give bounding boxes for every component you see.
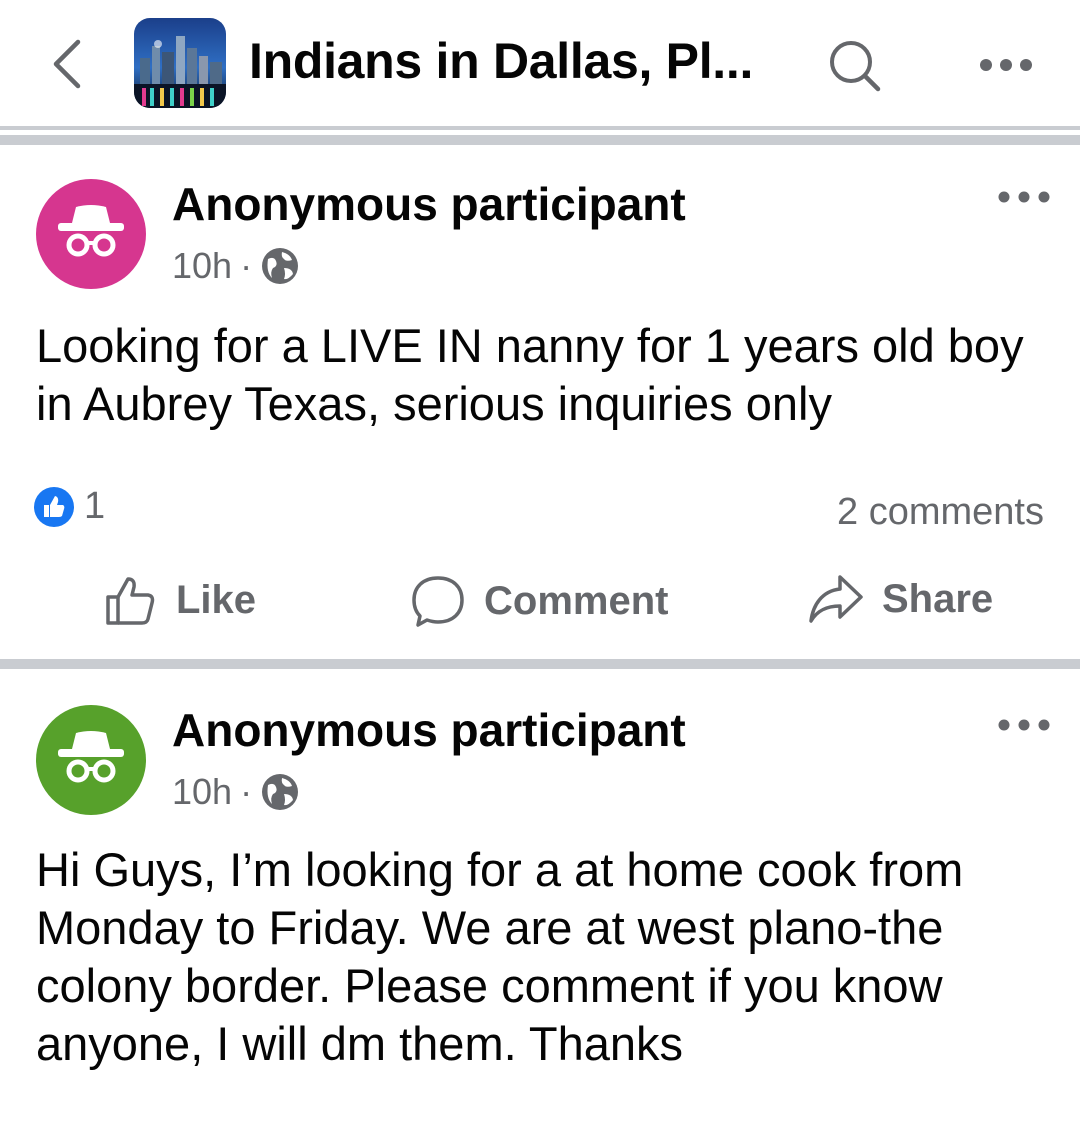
- group-cover-thumbnail[interactable]: [134, 18, 226, 108]
- more-options-button[interactable]: [976, 55, 1036, 75]
- post-time[interactable]: 10h: [172, 771, 232, 813]
- comments-count[interactable]: 2 comments: [837, 491, 1044, 534]
- post-actions: Like Comment Share: [0, 573, 1080, 633]
- incognito-avatar-icon: [36, 179, 146, 289]
- more-horizontal-icon: [998, 191, 1050, 203]
- like-button[interactable]: Like: [104, 573, 256, 627]
- share-arrow-icon: [809, 575, 863, 623]
- avatar[interactable]: [36, 705, 146, 815]
- post-options-button[interactable]: [996, 189, 1052, 205]
- search-icon: [830, 41, 881, 92]
- avatar[interactable]: [36, 179, 146, 289]
- meta-separator: ·: [240, 771, 253, 812]
- feed-divider: [0, 659, 1080, 669]
- comment-label: Comment: [484, 578, 669, 623]
- author-name[interactable]: Anonymous participant: [172, 703, 686, 757]
- group-title[interactable]: Indians in Dallas, Pl...: [249, 32, 753, 90]
- reaction-count: 1: [84, 485, 106, 527]
- city-skyline-image: [134, 18, 226, 108]
- share-button[interactable]: Share: [808, 573, 993, 625]
- post-meta: 10h ·: [172, 245, 300, 287]
- comment-bubble-icon: [412, 576, 464, 627]
- search-button[interactable]: [826, 38, 884, 92]
- post-body: Hi Guys, I’m looking for a at home cook …: [36, 843, 964, 1070]
- reaction-summary[interactable]: 1: [34, 485, 105, 528]
- share-label: Share: [882, 576, 994, 621]
- incognito-avatar-icon: [36, 705, 146, 815]
- author-name[interactable]: Anonymous participant: [172, 177, 686, 231]
- top-bar: Indians in Dallas, Pl...: [0, 0, 1080, 126]
- post-card: Anonymous participant 10h · Looking for …: [0, 145, 1080, 659]
- like-reaction-icon: [34, 486, 74, 527]
- post-body: Looking for a LIVE IN nanny for 1 years …: [36, 319, 1024, 430]
- thumbs-up-icon: [106, 577, 155, 625]
- feed-divider: [0, 135, 1080, 145]
- chevron-left-icon: [53, 39, 81, 89]
- post-time[interactable]: 10h: [172, 245, 232, 287]
- comment-button[interactable]: Comment: [410, 573, 668, 629]
- back-button[interactable]: [46, 38, 86, 90]
- more-horizontal-icon: [980, 59, 1032, 71]
- meta-separator: ·: [240, 245, 253, 286]
- like-label: Like: [176, 577, 257, 622]
- globe-icon: [262, 248, 299, 284]
- post-meta: 10h ·: [172, 771, 300, 813]
- globe-icon: [262, 774, 299, 810]
- more-horizontal-icon: [998, 719, 1050, 731]
- post-card: Anonymous participant 10h · Hi Guys, I’m…: [0, 669, 1080, 1129]
- post-options-button[interactable]: [996, 717, 1052, 733]
